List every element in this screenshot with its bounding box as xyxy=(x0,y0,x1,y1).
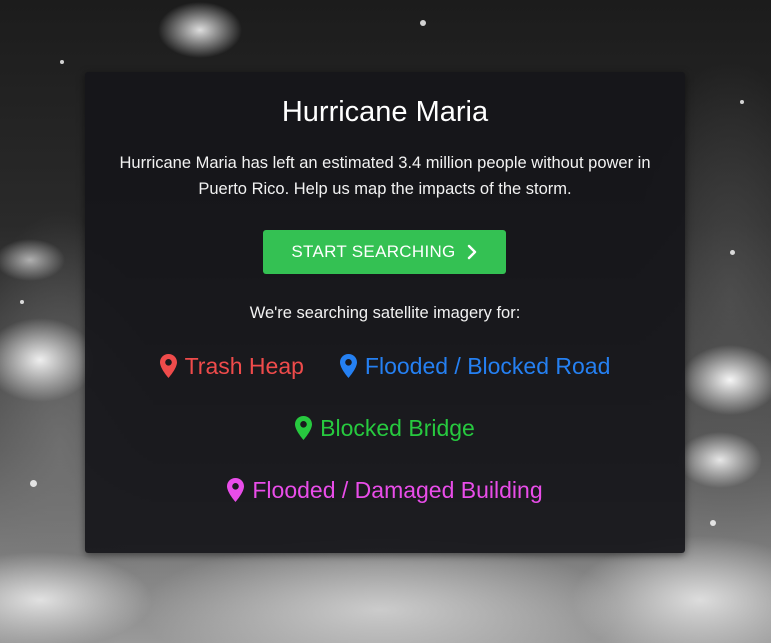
target-list: Trash Heap Flooded / Blocked Road Blocke… xyxy=(85,350,685,536)
background-light-spot xyxy=(420,20,426,26)
background-light-spot xyxy=(20,300,24,304)
satellite-imagery-background: Hurricane Maria Hurricane Maria has left… xyxy=(0,0,771,643)
target-row: Blocked Bridge xyxy=(85,412,685,474)
background-light-spot xyxy=(740,100,744,104)
target-label: Flooded / Blocked Road xyxy=(364,353,611,379)
map-pin-icon xyxy=(227,478,245,502)
background-light-spot xyxy=(60,60,64,64)
start-searching-label: START SEARCHING xyxy=(291,242,456,261)
background-light-spot xyxy=(30,480,37,487)
target-row: Flooded / Damaged Building xyxy=(85,474,685,536)
target-item-trash-heap[interactable]: Trash Heap xyxy=(159,350,304,382)
chevron-right-icon xyxy=(467,244,476,260)
background-light-spot xyxy=(710,520,716,526)
background-light-spot xyxy=(730,250,735,255)
panel-description: Hurricane Maria has left an estimated 3.… xyxy=(119,154,651,198)
map-pin-icon xyxy=(159,354,177,378)
target-label: Flooded / Damaged Building xyxy=(252,477,543,503)
target-item-flooded-damaged-building[interactable]: Flooded / Damaged Building xyxy=(227,474,543,506)
panel-title: Hurricane Maria xyxy=(281,96,489,128)
start-searching-button[interactable]: START SEARCHING xyxy=(263,230,506,274)
target-item-blocked-bridge[interactable]: Blocked Bridge xyxy=(295,412,475,444)
map-pin-icon xyxy=(339,354,357,378)
target-row: Trash Heap Flooded / Blocked Road xyxy=(85,350,685,412)
searching-for-label: We're searching satellite imagery for: xyxy=(249,304,521,322)
intro-panel: Hurricane Maria Hurricane Maria has left… xyxy=(85,72,685,553)
target-label: Trash Heap xyxy=(184,353,304,379)
target-label: Blocked Bridge xyxy=(320,415,475,441)
target-item-flooded-blocked-road[interactable]: Flooded / Blocked Road xyxy=(339,350,611,382)
map-pin-icon xyxy=(295,416,313,440)
